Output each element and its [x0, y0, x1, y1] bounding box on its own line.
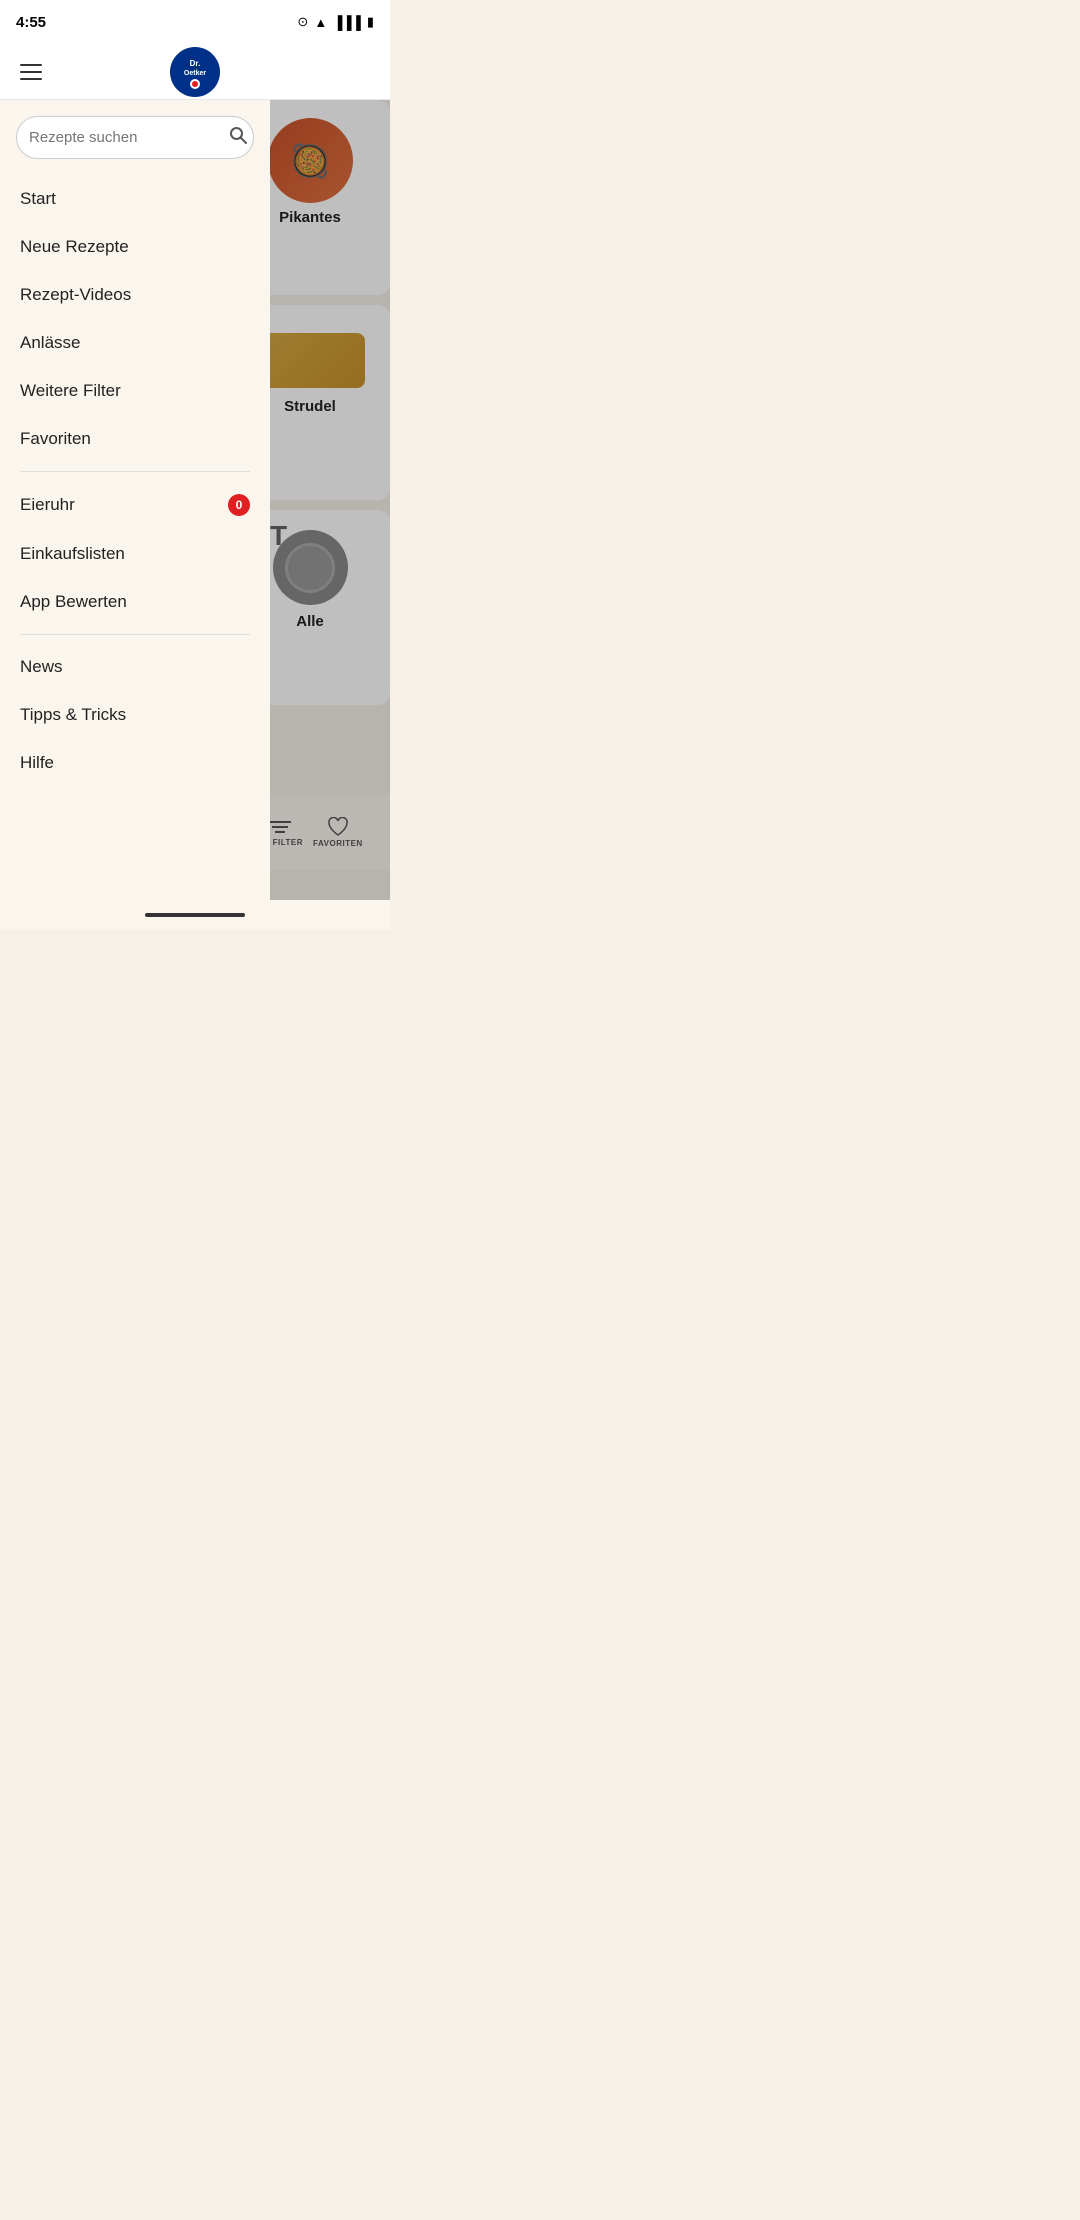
- menu-line-1: [20, 64, 42, 66]
- heart-icon: [327, 817, 349, 837]
- nav-item-favoriten[interactable]: Favoriten: [0, 415, 270, 463]
- home-bar: [145, 913, 245, 917]
- nav-group-1: Start Neue Rezepte Rezept-Videos Anlässe…: [0, 175, 270, 463]
- logo: Dr. Oetker: [170, 47, 220, 97]
- signal-icon: ▐▐▐: [333, 15, 361, 30]
- status-icons: ⊙ ▲ ▐▐▐ ▮: [297, 14, 374, 30]
- dr-oetker-logo-svg: Dr. Oetker: [171, 48, 219, 96]
- nav-item-anlaesse[interactable]: Anlässe: [0, 319, 270, 367]
- svg-text:Dr.: Dr.: [190, 59, 201, 68]
- favoriten-label: FAVORITEN: [313, 839, 363, 848]
- food-card-alle: Alle: [270, 510, 390, 705]
- partial-text: T: [270, 520, 287, 552]
- nav-item-app-bewerten[interactable]: App Bewerten: [0, 578, 270, 626]
- eieruhr-badge: 0: [228, 494, 250, 516]
- menu-line-3: [20, 78, 42, 80]
- nav-item-start[interactable]: Start: [0, 175, 270, 223]
- nav-group-3: News Tipps & Tricks Hilfe: [0, 643, 270, 787]
- pikantes-label: Pikantes: [270, 209, 390, 226]
- favoriten-bottom-item[interactable]: FAVORITEN: [313, 817, 363, 848]
- filter-icon: [270, 818, 291, 836]
- battery-icon: ▮: [367, 14, 374, 30]
- divider-2: [20, 634, 250, 635]
- navigation-drawer: Start Neue Rezepte Rezept-Videos Anlässe…: [0, 100, 270, 900]
- search-icon: [228, 125, 248, 145]
- strudel-image: [270, 333, 365, 388]
- nav-item-tipps-tricks[interactable]: Tipps & Tricks: [0, 691, 270, 739]
- nav-item-hilfe[interactable]: Hilfe: [0, 739, 270, 787]
- face-id-icon: ⊙: [297, 14, 308, 30]
- nav-item-neue-rezepte[interactable]: Neue Rezepte: [0, 223, 270, 271]
- nav-item-eieruhr[interactable]: Eieruhr 0: [0, 480, 270, 530]
- alle-label: Alle: [270, 613, 390, 630]
- search-box[interactable]: [16, 116, 254, 159]
- divider-1: [20, 471, 250, 472]
- nav-item-einkaufslisten[interactable]: Einkaufslisten: [0, 530, 270, 578]
- pikantes-image: 🥘: [270, 118, 353, 203]
- bottom-bar-items: HR FILTER FAVORITEN: [270, 817, 363, 848]
- filter-bottom-item[interactable]: HR FILTER: [270, 818, 303, 847]
- header: Dr. Oetker: [0, 44, 390, 100]
- filter-label: HR FILTER: [270, 838, 303, 847]
- strudel-label: Strudel: [270, 398, 390, 415]
- search-input[interactable]: [29, 129, 228, 146]
- status-time: 4:55: [16, 14, 46, 31]
- nav-item-weitere-filter[interactable]: Weitere Filter: [0, 367, 270, 415]
- home-indicator-bar: [0, 900, 390, 930]
- nav-item-rezept-videos[interactable]: Rezept-Videos: [0, 271, 270, 319]
- main-layout: Start Neue Rezepte Rezept-Videos Anlässe…: [0, 100, 390, 900]
- nav-item-news[interactable]: News: [0, 643, 270, 691]
- food-card-pikantes: 🥘 Pikantes: [270, 100, 390, 295]
- bottom-bar-partial: HR FILTER FAVORITEN: [270, 795, 390, 870]
- wifi-icon: ▲: [314, 15, 327, 30]
- search-button[interactable]: [228, 125, 248, 150]
- svg-text:Oetker: Oetker: [184, 70, 206, 77]
- right-content: 🥘 Pikantes Strudel Alle T: [270, 100, 390, 900]
- logo-circle: Dr. Oetker: [170, 47, 220, 97]
- menu-button[interactable]: [16, 60, 46, 84]
- status-bar: 4:55 ⊙ ▲ ▐▐▐ ▮: [0, 0, 390, 44]
- nav-group-2: Eieruhr 0 Einkaufslisten App Bewerten: [0, 480, 270, 626]
- food-card-strudel: Strudel: [270, 305, 390, 500]
- menu-line-2: [20, 71, 42, 73]
